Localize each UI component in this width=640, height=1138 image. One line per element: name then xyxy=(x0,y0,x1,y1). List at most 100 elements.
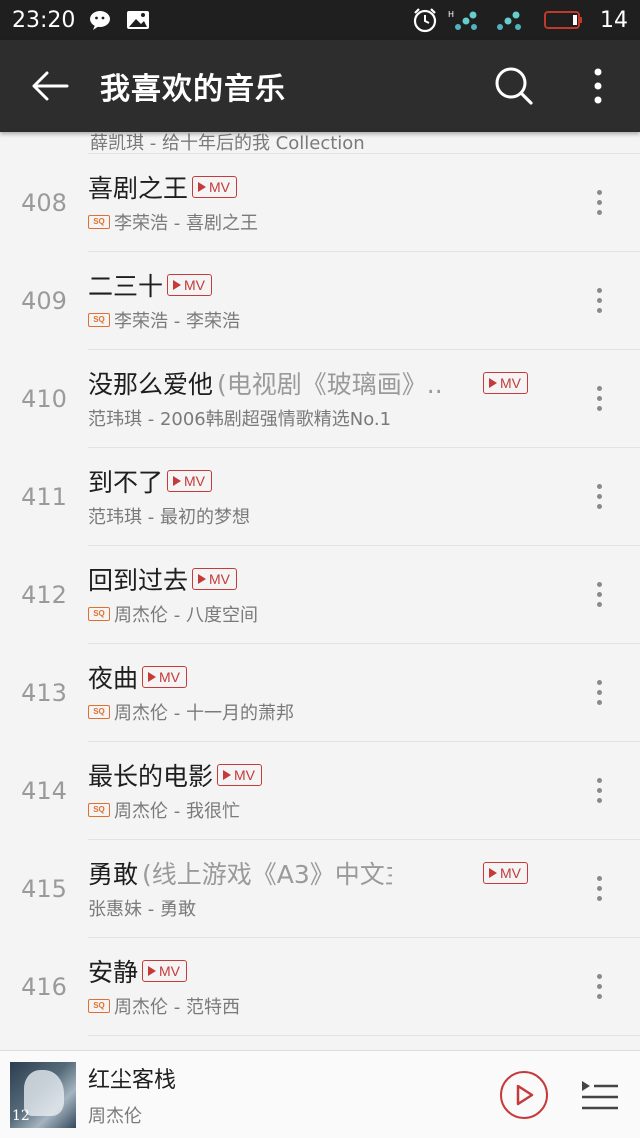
song-subtitle: 周杰伦 - 我很忙 xyxy=(114,800,240,822)
mv-badge[interactable]: MV xyxy=(142,665,188,688)
song-subtitle: 周杰伦 - 十一月的萧邦 xyxy=(114,702,294,724)
now-playing-title: 红尘客栈 xyxy=(88,1067,177,1093)
song-title: 最长的电影 xyxy=(88,761,214,791)
more-options-button[interactable] xyxy=(556,40,640,132)
more-vertical-icon xyxy=(596,188,602,218)
search-button[interactable] xyxy=(472,40,556,132)
gallery-notification-icon xyxy=(125,9,151,31)
svg-text:H: H xyxy=(448,10,454,19)
song-row[interactable]: 411 到不了 MV 范玮琪 - 最初的梦想 xyxy=(0,448,640,546)
battery-icon xyxy=(544,9,584,31)
song-number: 412 xyxy=(21,581,67,609)
more-vertical-icon xyxy=(596,678,602,708)
more-vertical-icon xyxy=(594,68,602,104)
song-row[interactable]: 409 二三十 MV SQ 李荣浩 - 李荣浩 xyxy=(0,252,640,350)
song-subtitle: 周杰伦 - 八度空间 xyxy=(114,604,258,626)
mv-badge[interactable]: MV xyxy=(142,959,188,982)
song-subtitle: 范玮琪 - 最初的梦想 xyxy=(88,506,250,528)
song-subtitle: 张惠妹 - 勇敢 xyxy=(88,898,196,920)
play-button[interactable] xyxy=(500,1070,548,1119)
more-vertical-icon xyxy=(596,384,602,414)
song-more-button[interactable] xyxy=(558,448,640,546)
song-row[interactable]: 414 最长的电影 MV SQ 周杰伦 - 我很忙 xyxy=(0,742,640,840)
mv-play-icon xyxy=(223,769,232,780)
status-time: 23:20 xyxy=(12,7,76,33)
mv-label: MV xyxy=(500,374,521,391)
song-title: 喜剧之王 xyxy=(88,173,189,203)
wechat-icon xyxy=(89,9,115,31)
mv-badge[interactable]: MV xyxy=(167,273,213,296)
mv-play-icon xyxy=(198,573,207,584)
search-icon xyxy=(495,67,533,105)
mv-badge[interactable]: MV xyxy=(192,175,238,198)
mv-label: MV xyxy=(184,472,206,489)
mv-play-icon xyxy=(173,279,182,290)
song-more-button[interactable] xyxy=(558,546,640,644)
mv-badge[interactable]: MV xyxy=(483,371,528,394)
song-row[interactable]: 412 回到过去 MV SQ 周杰伦 - 八度空间 xyxy=(0,546,640,644)
song-more-button[interactable] xyxy=(558,154,640,252)
playlist-button[interactable] xyxy=(580,1075,620,1115)
song-row[interactable]: 415 勇敢 (线上游戏《A3》中文主题.. MV 张惠妹 - 勇敢 xyxy=(0,840,640,938)
song-number: 410 xyxy=(21,385,67,413)
song-more-button[interactable] xyxy=(558,938,640,1036)
song-more-button[interactable] xyxy=(558,252,640,350)
song-row[interactable]: 413 夜曲 MV SQ 周杰伦 - 十一月的萧邦 xyxy=(0,644,640,742)
song-row[interactable]: 410 没那么爱他 (电视剧《玻璃画》.. MV 范玮琪 - 2006韩剧超强情… xyxy=(0,350,640,448)
back-button[interactable] xyxy=(0,40,100,132)
mv-label: MV xyxy=(209,570,231,587)
album-art-figure xyxy=(24,1069,64,1116)
mv-badge[interactable]: MV xyxy=(167,469,213,492)
mv-play-icon xyxy=(173,475,182,486)
song-title: 到不了 xyxy=(88,467,164,497)
mv-label: MV xyxy=(234,766,256,783)
mv-label: MV xyxy=(159,668,181,685)
mv-badge[interactable]: MV xyxy=(217,763,263,786)
song-number: 413 xyxy=(21,679,67,707)
more-vertical-icon xyxy=(596,972,602,1002)
song-row[interactable]: 408 喜剧之王 MV SQ 李荣浩 - 喜剧之王 xyxy=(0,154,640,252)
now-playing-artist: 周杰伦 xyxy=(88,1105,142,1127)
song-more-button[interactable] xyxy=(558,644,640,742)
partial-list-item[interactable]: 薛凯琪 - 给十年后的我 Collection xyxy=(88,132,640,154)
song-more-button[interactable] xyxy=(558,742,640,840)
song-title: 没那么爱他 xyxy=(88,369,214,399)
mv-play-icon xyxy=(148,965,157,976)
song-list[interactable]: 薛凯琪 - 给十年后的我 Collection 408 喜剧之王 MV SQ 李… xyxy=(0,132,640,1050)
song-subtitle: 范玮琪 - 2006韩剧超强情歌精选No.1 xyxy=(88,408,392,430)
mv-label: MV xyxy=(184,276,206,293)
sq-quality-badge: SQ xyxy=(88,704,110,719)
sq-quality-badge: SQ xyxy=(88,214,110,229)
song-more-button[interactable] xyxy=(558,840,640,938)
song-title: 回到过去 xyxy=(88,565,189,595)
signal-icon: H xyxy=(448,9,534,31)
mini-player[interactable]: 12 红尘客栈 周杰伦 xyxy=(0,1050,640,1138)
mv-play-icon xyxy=(198,181,207,192)
play-icon xyxy=(516,1084,534,1105)
song-number: 408 xyxy=(21,189,67,217)
song-subtitle: 李荣浩 - 喜剧之王 xyxy=(114,212,258,234)
mv-label: MV xyxy=(209,178,231,195)
mv-play-icon xyxy=(148,671,157,682)
song-number: 409 xyxy=(21,287,67,315)
song-title: 二三十 xyxy=(88,271,164,301)
sq-quality-badge: SQ xyxy=(88,998,110,1013)
playlist-queue-icon xyxy=(582,1080,618,1109)
mv-badge[interactable]: MV xyxy=(483,861,528,884)
song-more-button[interactable] xyxy=(558,350,640,448)
song-title: 勇敢 xyxy=(88,859,139,889)
app-bar: 我喜欢的音乐 xyxy=(0,40,640,132)
status-bar: 23:20 H 14 xyxy=(0,0,640,40)
mv-label: MV xyxy=(500,864,521,881)
song-subtitle: 周杰伦 - 范特西 xyxy=(114,996,240,1018)
battery-level: 14 xyxy=(600,7,628,33)
song-title: 夜曲 xyxy=(88,663,139,693)
song-number: 414 xyxy=(21,777,67,805)
sq-quality-badge: SQ xyxy=(88,802,110,817)
song-number: 416 xyxy=(21,973,67,1001)
song-row[interactable]: 416 安静 MV SQ 周杰伦 - 范特西 xyxy=(0,938,640,1036)
album-cover[interactable]: 12 xyxy=(10,1061,76,1128)
song-title-extra: (线上游戏《A3》中文主题.. xyxy=(142,859,392,889)
more-vertical-icon xyxy=(596,776,602,806)
mv-badge[interactable]: MV xyxy=(192,567,238,590)
